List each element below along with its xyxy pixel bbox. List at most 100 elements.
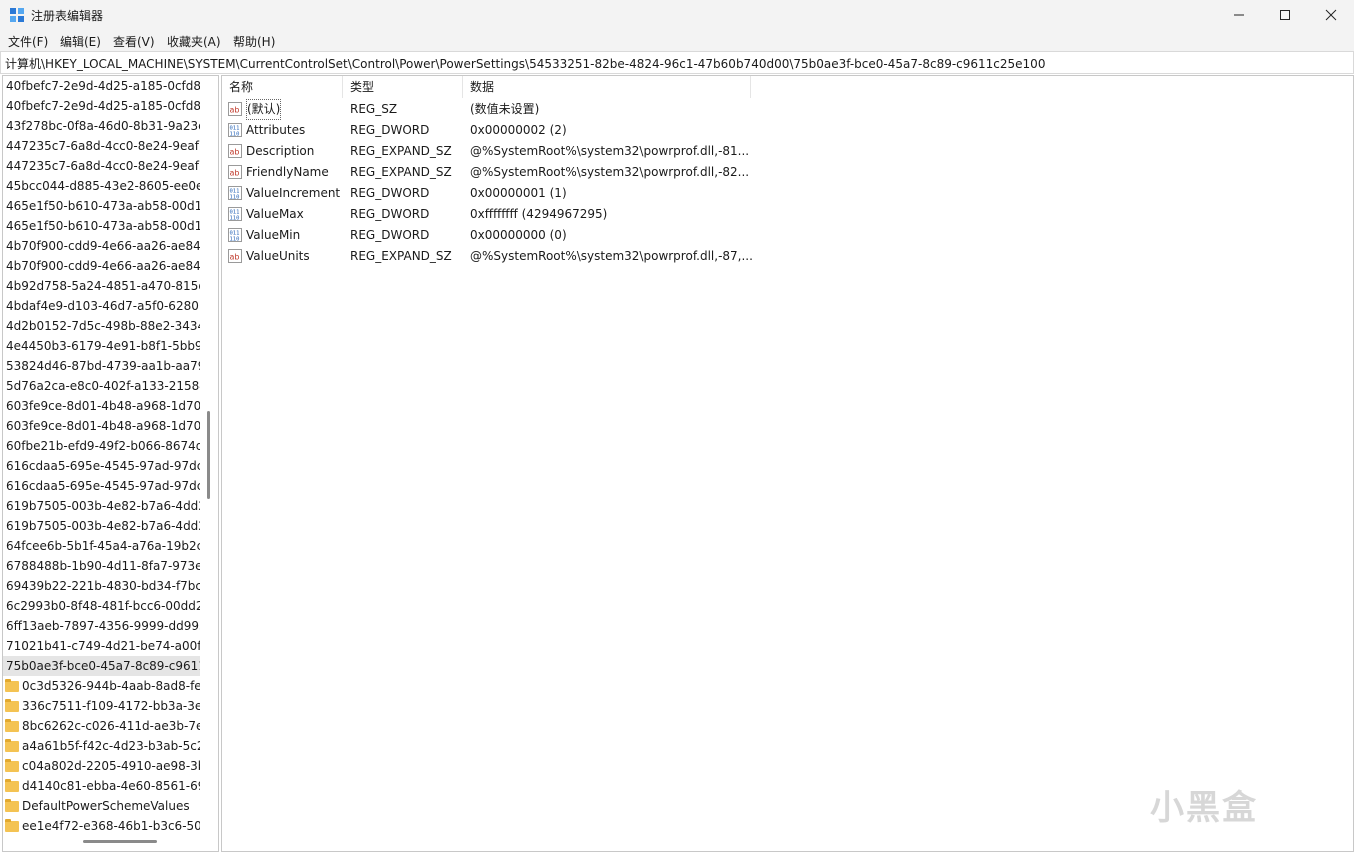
tree-item-selected[interactable]: 75b0ae3f-bce0-45a7-8c89-c9611c [3, 656, 200, 676]
column-header-name[interactable]: 名称 [222, 76, 343, 98]
maximize-button[interactable] [1262, 0, 1308, 30]
minimize-button[interactable] [1216, 0, 1262, 30]
tree-item[interactable]: 4e4450b3-6179-4e91-b8f1-5bb99 [3, 336, 200, 356]
value-row[interactable]: 011 110 Attributes REG_DWORD 0x00000002 (2) [222, 120, 822, 141]
string-value-icon: ab [228, 165, 242, 179]
registry-editor-app-icon [10, 8, 24, 22]
tree-item[interactable]: c04a802d-2205-4910-ae98-3b5 [3, 756, 200, 776]
tree-item[interactable]: 4d2b0152-7d5c-498b-88e2-34345 [3, 316, 200, 336]
close-button[interactable] [1308, 0, 1354, 30]
svg-text:ab: ab [230, 148, 240, 157]
folder-icon [5, 699, 19, 712]
tree-item[interactable]: 60fbe21b-efd9-49f2-b066-8674d8 [3, 436, 200, 456]
tree-item-label: 336c7511-f109-4172-bb3a-3ea [22, 699, 200, 713]
tree-item-label: a4a61b5f-f42c-4d23-b3ab-5c2 [22, 739, 200, 753]
tree-item[interactable]: 616cdaa5-695e-4545-97ad-97dc2 [3, 476, 200, 496]
tree-item[interactable]: 603fe9ce-8d01-4b48-a968-1d706 [3, 396, 200, 416]
tree-vertical-scrollbar[interactable] [202, 76, 217, 849]
tree-item[interactable]: 6ff13aeb-7897-4356-9999-dd993 [3, 616, 200, 636]
value-type: REG_SZ [350, 102, 398, 116]
menu-help[interactable]: 帮助(H) [233, 33, 275, 50]
tree-item[interactable]: 4b70f900-cdd9-4e66-aa26-ae841 [3, 236, 200, 256]
value-row[interactable]: 011 110 ValueMin REG_DWORD 0x00000000 (0) [222, 225, 822, 246]
svg-text:ab: ab [230, 106, 240, 115]
tree-item-label: 4b70f900-cdd9-4e66-aa26-ae841 [6, 259, 200, 273]
column-header-type[interactable]: 类型 [343, 76, 463, 98]
tree-horizontal-scrollbar-thumb[interactable] [83, 840, 157, 843]
value-data: @%SystemRoot%\system32\powrprof.dll,-81.… [470, 144, 750, 158]
tree-item[interactable]: a4a61b5f-f42c-4d23-b3ab-5c2 [3, 736, 200, 756]
tree-item[interactable]: 71021b41-c749-4d21-be74-a00f3 [3, 636, 200, 656]
tree-item[interactable]: 465e1f50-b610-473a-ab58-00d10 [3, 216, 200, 236]
value-type: REG_EXPAND_SZ [350, 144, 452, 158]
svg-text:110: 110 [230, 131, 240, 137]
menu-file[interactable]: 文件(F) [8, 33, 48, 50]
tree-item[interactable]: 619b7505-003b-4e82-b7a6-4dd2 [3, 516, 200, 536]
value-row[interactable]: ab ValueUnits REG_EXPAND_SZ @%SystemRoot%\s… [222, 246, 822, 267]
tree-item[interactable]: 603fe9ce-8d01-4b48-a968-1d706 [3, 416, 200, 436]
value-row[interactable]: 011 110 ValueMax REG_DWORD 0xffffffff (42949… [222, 204, 822, 225]
folder-icon [5, 739, 19, 752]
tree-item[interactable]: d4140c81-ebba-4e60-8561-69 [3, 776, 200, 796]
tree-item[interactable]: 69439b22-221b-4830-bd34-f7bce [3, 576, 200, 596]
value-row[interactable]: 011 110 ValueIncrement REG_DWORD 0x00000001 … [222, 183, 822, 204]
value-name: Attributes [246, 123, 306, 137]
menu-edit[interactable]: 编辑(E) [60, 33, 101, 50]
value-type: REG_DWORD [350, 207, 430, 221]
tree-item-label: DefaultPowerSchemeValues [22, 799, 190, 813]
column-header-data[interactable]: 数据 [463, 76, 751, 98]
tree-item[interactable]: 4b70f900-cdd9-4e66-aa26-ae841 [3, 256, 200, 276]
maximize-icon [1280, 10, 1290, 20]
tree-item[interactable]: ee1e4f72-e368-46b1-b3c6-504 [3, 816, 200, 836]
folder-icon [5, 819, 19, 832]
tree-item-label: c04a802d-2205-4910-ae98-3b5 [22, 759, 200, 773]
tree-item[interactable]: 64fcee6b-5b1f-45a4-a76a-19b2c [3, 536, 200, 556]
tree-item[interactable]: 465e1f50-b610-473a-ab58-00d10 [3, 196, 200, 216]
tree-item[interactable]: 4bdaf4e9-d103-46d7-a5f0-62801 [3, 296, 200, 316]
value-data: @%SystemRoot%\system32\powrprof.dll,-87,… [470, 249, 753, 263]
value-type: REG_DWORD [350, 123, 430, 137]
tree-item[interactable]: 447235c7-6a8d-4cc0-8e24-9eaf70 [3, 136, 200, 156]
tree-item[interactable]: 8bc6262c-c026-411d-ae3b-7e2 [3, 716, 200, 736]
address-path[interactable]: 计算机\HKEY_LOCAL_MACHINE\SYSTEM\CurrentCon… [5, 55, 1045, 72]
tree-item[interactable]: 40fbefc7-2e9d-4d25-a185-0cfd85 [3, 76, 200, 96]
values-list-pane[interactable]: 名称 类型 数据 ab (默认) REG_SZ (数值未设置) 011 110 Attrib… [221, 75, 1354, 852]
tree-item[interactable]: 5d76a2ca-e8c0-402f-a133-21584 [3, 376, 200, 396]
tree-item[interactable]: 447235c7-6a8d-4cc0-8e24-9eaf70 [3, 156, 200, 176]
tree-scrollbar-thumb[interactable] [207, 411, 210, 499]
tree-item[interactable]: 6c2993b0-8f48-481f-bcc6-00dd27 [3, 596, 200, 616]
value-row[interactable]: ab Description REG_EXPAND_SZ @%SystemRoot%\… [222, 141, 822, 162]
tree-item[interactable]: 336c7511-f109-4172-bb3a-3ea [3, 696, 200, 716]
value-type: REG_EXPAND_SZ [350, 249, 452, 263]
value-type: REG_DWORD [350, 228, 430, 242]
tree-item[interactable]: 619b7505-003b-4e82-b7a6-4dd2 [3, 496, 200, 516]
tree-item[interactable]: 45bcc044-d885-43e2-8605-ee0ec [3, 176, 200, 196]
value-row[interactable]: ab (默认) REG_SZ (数值未设置) [222, 99, 822, 120]
svg-text:110: 110 [230, 236, 240, 242]
address-bar[interactable]: 计算机\HKEY_LOCAL_MACHINE\SYSTEM\CurrentCon… [0, 51, 1354, 74]
tree-item[interactable]: DefaultPowerSchemeValues [3, 796, 200, 816]
tree-item-label: 4d2b0152-7d5c-498b-88e2-34345 [6, 319, 200, 333]
tree-item[interactable]: 6788488b-1b90-4d11-8fa7-973e4 [3, 556, 200, 576]
binary-value-icon: 011110 [228, 123, 242, 137]
tree-item[interactable]: 53824d46-87bd-4739-aa1b-aa79 [3, 356, 200, 376]
tree-item[interactable]: 616cdaa5-695e-4545-97ad-97dc2 [3, 456, 200, 476]
value-type: REG_EXPAND_SZ [350, 165, 452, 179]
tree-item[interactable]: 40fbefc7-2e9d-4d25-a185-0cfd85 [3, 96, 200, 116]
tree-item-label: 619b7505-003b-4e82-b7a6-4dd2 [6, 519, 200, 533]
value-row[interactable]: ab FriendlyName REG_EXPAND_SZ @%SystemRoot%… [222, 162, 822, 183]
value-name: ValueMax [246, 207, 304, 221]
tree-item[interactable]: 43f278bc-0f8a-46d0-8b31-9a23e6 [3, 116, 200, 136]
key-tree-pane[interactable]: 40fbefc7-2e9d-4d25-a185-0cfd85 40fbefc7-2… [2, 75, 219, 852]
tree-item[interactable]: 0c3d5326-944b-4aab-8ad8-fe4 [3, 676, 200, 696]
tree-item-label: 603fe9ce-8d01-4b48-a968-1d706 [6, 399, 200, 413]
tree-item[interactable]: 4b92d758-5a24-4851-a470-815d7 [3, 276, 200, 296]
tree-item-label: 4e4450b3-6179-4e91-b8f1-5bb99 [6, 339, 200, 353]
menu-favorites[interactable]: 收藏夹(A) [167, 33, 221, 50]
tree-item-label: 45bcc044-d885-43e2-8605-ee0ec [6, 179, 200, 193]
menu-view[interactable]: 查看(V) [113, 33, 155, 50]
title-bar: 注册表编辑器 [0, 0, 1354, 30]
tree-item-label: 4b92d758-5a24-4851-a470-815d7 [6, 279, 200, 293]
tree-item-label: 5d76a2ca-e8c0-402f-a133-21584 [6, 379, 200, 393]
value-data: 0x00000000 (0) [470, 228, 567, 242]
